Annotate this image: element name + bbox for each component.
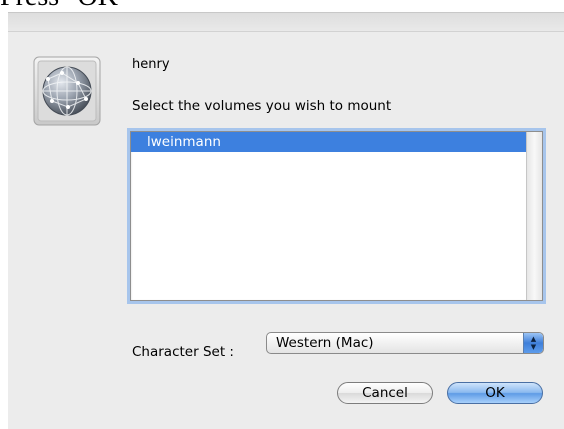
volume-prompt: Select the volumes you wish to mount (132, 98, 392, 114)
volume-list[interactable]: lweinmann (130, 131, 543, 301)
cancel-button[interactable]: Cancel (337, 382, 433, 404)
ok-button[interactable]: OK (447, 382, 543, 404)
volume-row-selected[interactable]: lweinmann (131, 132, 526, 152)
top-caption: Press "OK" (0, 0, 129, 12)
character-set-label: Character Set : (132, 344, 234, 360)
server-name: henry (132, 57, 170, 72)
character-set-popup[interactable]: Western (Mac) ▲ ▼ (266, 332, 544, 354)
volume-rows: lweinmann (131, 132, 526, 300)
dialog-title-strip (8, 13, 564, 32)
character-set-value: Western (Mac) (276, 335, 374, 351)
network-globe-icon (33, 56, 101, 126)
up-down-arrows-icon: ▲ ▼ (523, 333, 543, 353)
vertical-scrollbar[interactable] (526, 132, 542, 300)
